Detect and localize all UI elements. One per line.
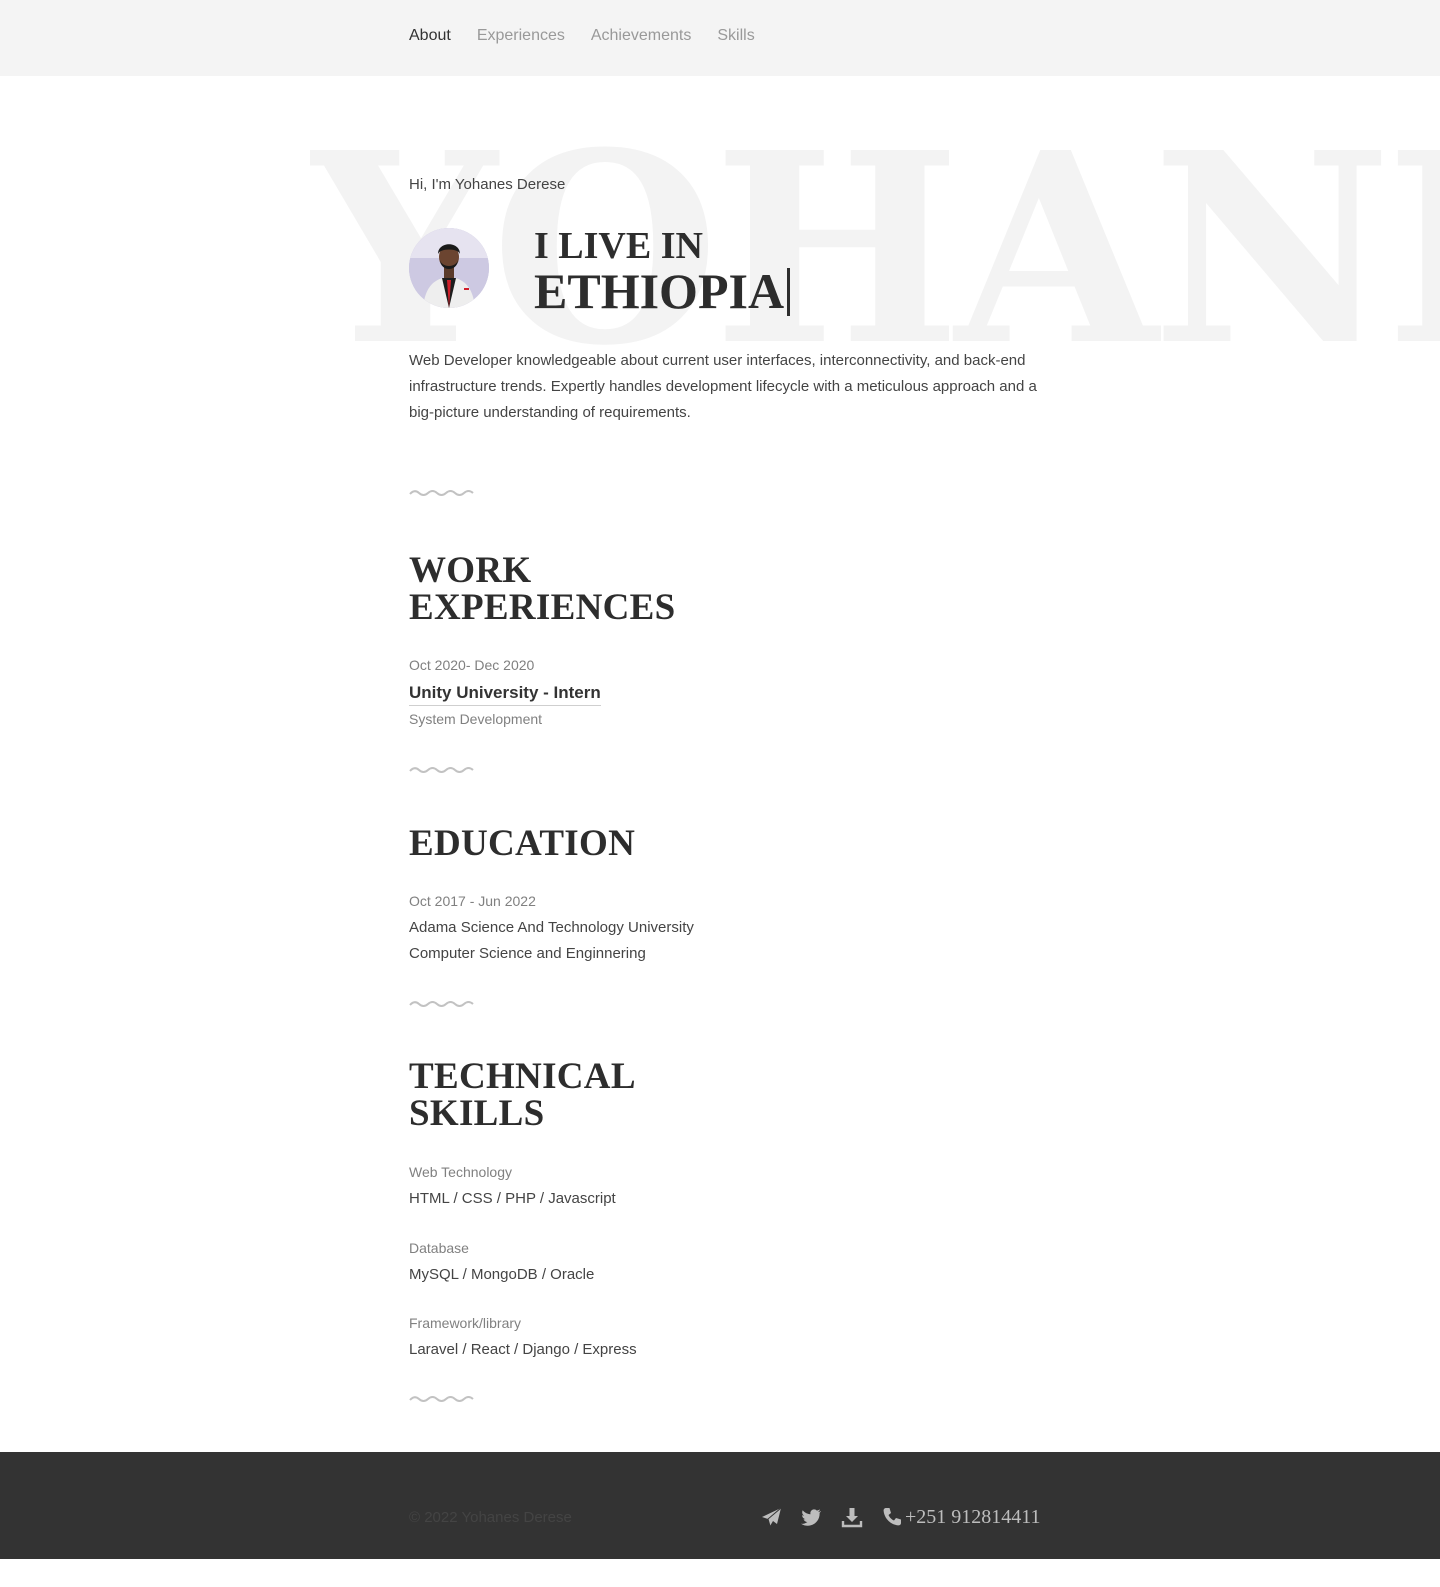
squiggle-divider: [409, 1001, 474, 1007]
nav-achievements[interactable]: Achievements: [591, 27, 692, 45]
phone-icon[interactable]: [881, 1506, 903, 1528]
skill-group-label: Web Technology: [409, 1164, 512, 1180]
education-school: Adama Science And Technology University: [409, 919, 694, 936]
work-area: System Development: [409, 711, 543, 727]
education-heading: EDUCATION: [409, 823, 636, 864]
heading-line: EXPERIENCES: [409, 587, 676, 628]
skill-group-value: MySQL / MongoDB / Oracle: [409, 1266, 595, 1283]
avatar: [409, 228, 489, 308]
nav-skills[interactable]: Skills: [717, 27, 754, 45]
education-program: Computer Science and Enginnering: [409, 945, 646, 962]
live-in-place: ETHIOPIA: [534, 263, 791, 319]
paper-plane-icon[interactable]: [760, 1506, 782, 1528]
heading-line: TECHNICAL: [409, 1056, 636, 1097]
work-experiences-heading: WORK EXPERIENCES: [409, 552, 675, 626]
bio-text: Web Developer knowledgeable about curren…: [409, 352, 1037, 421]
top-nav: About Experiences Achievements Skills: [0, 0, 1440, 76]
skill-group-label: Database: [409, 1240, 469, 1256]
typing-cursor: [787, 267, 791, 316]
work-period: Oct 2020- Dec 2020: [409, 657, 535, 673]
greeting-text: Hi, I'm Yohanes Derese: [409, 176, 566, 193]
nav-experiences[interactable]: Experiences: [477, 27, 565, 45]
twitter-icon[interactable]: [801, 1506, 823, 1528]
squiggle-divider: [409, 490, 474, 496]
live-in-label: I LIVE IN: [534, 225, 703, 267]
copyright-text: © 2022 Yohanes Derese: [409, 1509, 572, 1526]
live-place-text: ETHIOPIA: [534, 263, 785, 319]
squiggle-divider: [409, 1396, 474, 1402]
heading-line: WORK: [409, 550, 532, 591]
nav-links: About Experiences Achievements Skills: [409, 27, 755, 45]
squiggle-divider: [409, 767, 474, 773]
download-icon[interactable]: [841, 1506, 863, 1528]
phone-number: +251 912814411: [905, 1506, 1041, 1528]
technical-skills-heading: TECHNICAL SKILLS: [409, 1058, 636, 1132]
skill-group-label: Framework/library: [409, 1315, 522, 1331]
skill-group-value: HTML / CSS / PHP / Javascript: [409, 1190, 616, 1207]
skill-group-value: Laravel / React / Django / Express: [409, 1341, 637, 1358]
work-role-link[interactable]: Unity University - Intern: [409, 683, 601, 706]
heading-line: SKILLS: [409, 1093, 545, 1134]
footer: [0, 1452, 1440, 1559]
education-period: Oct 2017 - Jun 2022: [409, 893, 536, 909]
nav-about[interactable]: About: [409, 27, 451, 45]
avatar-portrait: [409, 228, 489, 308]
